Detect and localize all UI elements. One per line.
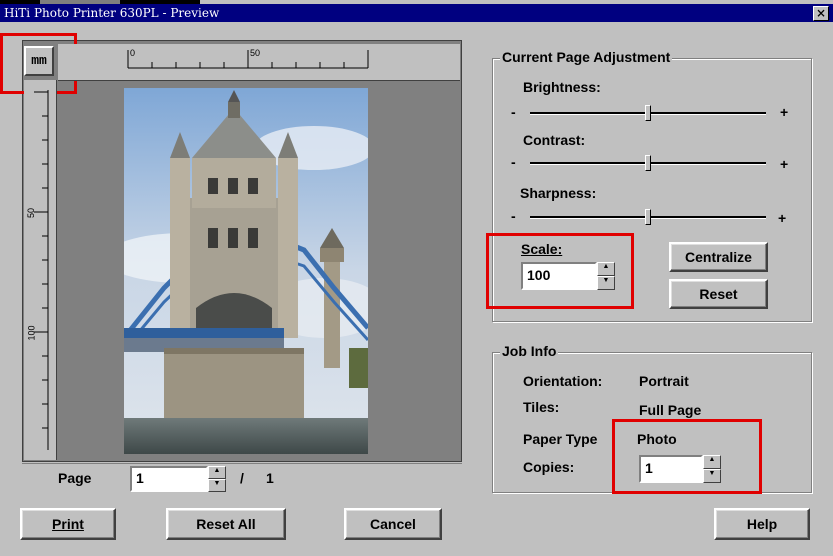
orientation-value: Portrait: [639, 373, 689, 389]
page-input[interactable]: 1: [130, 466, 208, 492]
paper-type-label: Paper Type: [523, 431, 598, 447]
window-title: HiTi Photo Printer 630PL - Preview: [4, 6, 220, 20]
close-button[interactable]: ×: [813, 6, 829, 21]
title-bar: HiTi Photo Printer 630PL - Preview ×: [0, 4, 833, 22]
brightness-label: Brightness:: [523, 79, 601, 95]
centralize-label: Centralize: [685, 249, 752, 265]
brightness-slider[interactable]: [530, 104, 766, 122]
cancel-button[interactable]: Cancel: [344, 508, 442, 540]
print-label: Print: [52, 516, 84, 532]
reset-label: Reset: [699, 286, 738, 302]
sharpness-thumb[interactable]: [645, 209, 651, 225]
sharpness-plus: +: [778, 210, 787, 226]
v-ruler-label-100: 100: [26, 325, 37, 341]
page-total: 1: [266, 470, 274, 486]
page-spin-up[interactable]: ▲: [208, 466, 226, 479]
contrast-label: Contrast:: [523, 132, 586, 148]
tiles-label: Tiles:: [523, 399, 560, 415]
vertical-ruler-ticks: [34, 90, 49, 450]
copies-highlight: [612, 419, 762, 494]
tiles-value: Full Page: [639, 402, 702, 418]
brightness-minus: -: [511, 104, 516, 120]
tower-bridge-photo: [124, 88, 368, 454]
orientation-label: Orientation:: [523, 373, 603, 389]
horizontal-ruler: 0 50: [58, 44, 460, 81]
help-button[interactable]: Help: [714, 508, 810, 540]
help-label: Help: [746, 516, 778, 532]
cancel-label: Cancel: [370, 516, 416, 532]
job-info-group-title: Job Info: [500, 343, 559, 359]
brightness-plus: +: [780, 104, 789, 120]
h-ruler-label-50: 50: [250, 48, 261, 58]
brightness-thumb[interactable]: [645, 105, 651, 121]
contrast-thumb[interactable]: [645, 155, 651, 171]
scale-highlight: [486, 233, 634, 309]
page-label: Page: [58, 470, 92, 486]
sharpness-label: Sharpness:: [520, 185, 597, 201]
photo-preview[interactable]: [124, 88, 368, 454]
sharpness-slider[interactable]: [530, 208, 766, 226]
page-separator: /: [240, 470, 244, 486]
reset-button[interactable]: Reset: [669, 279, 768, 309]
h-ruler-label-0: 0: [130, 48, 136, 58]
vertical-ruler: 50 100: [24, 80, 57, 460]
contrast-plus: +: [780, 156, 789, 172]
copies-label: Copies:: [523, 459, 575, 475]
page-input-value: 1: [136, 470, 144, 486]
reset-all-button[interactable]: Reset All: [166, 508, 286, 540]
contrast-slider[interactable]: [530, 154, 766, 172]
adjustment-group-title: Current Page Adjustment: [500, 49, 673, 65]
sharpness-minus: -: [511, 208, 516, 224]
centralize-button[interactable]: Centralize: [669, 242, 768, 272]
reset-all-label: Reset All: [196, 516, 256, 532]
page-spin-down[interactable]: ▼: [208, 479, 226, 492]
contrast-minus: -: [511, 154, 516, 170]
print-button[interactable]: Print: [20, 508, 116, 540]
v-ruler-label-50: 50: [26, 207, 37, 219]
page-spinner[interactable]: ▲ ▼: [208, 466, 226, 492]
